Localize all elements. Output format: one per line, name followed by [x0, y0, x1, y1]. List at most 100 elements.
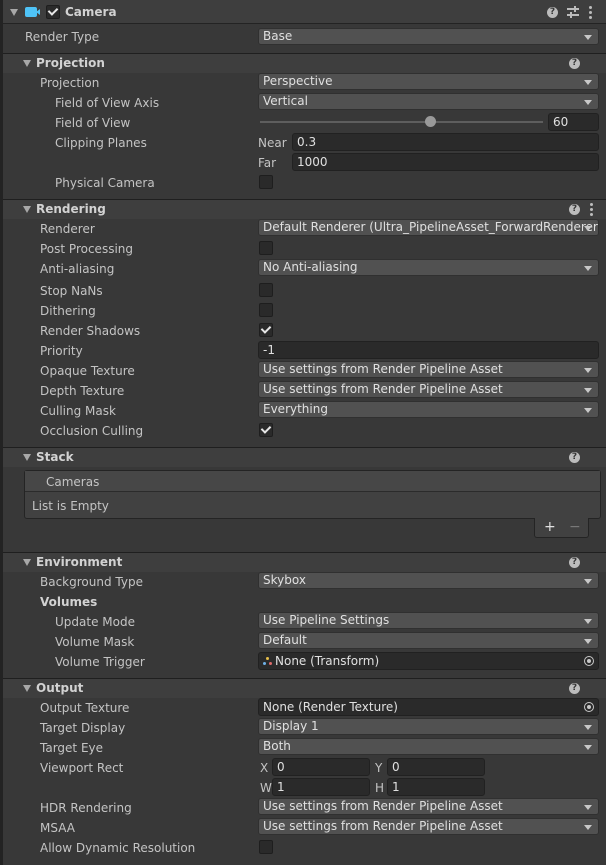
occlusion-culling-label: Occlusion Culling — [40, 424, 144, 438]
msaa-label: MSAA — [40, 821, 75, 835]
help-icon[interactable]: ? — [547, 7, 558, 18]
volume-trigger-value: None (Transform) — [275, 654, 380, 668]
far-field[interactable]: 1000 — [292, 153, 599, 171]
dynamic-resolution-checkbox[interactable] — [259, 840, 273, 854]
environment-header-title: Environment — [36, 555, 123, 569]
viewport-x-field[interactable]: 0 — [272, 758, 370, 776]
projection-header-title: Projection — [36, 56, 105, 70]
check-icon — [47, 5, 59, 16]
output-texture-label: Output Texture — [40, 701, 130, 715]
volume-trigger-field[interactable]: None (Transform) — [258, 652, 599, 670]
priority-value: -1 — [263, 343, 275, 357]
occlusion-culling-checkbox[interactable] — [259, 423, 273, 437]
render-type-dropdown[interactable]: Base — [258, 28, 599, 45]
viewport-w-field[interactable]: 1 — [272, 778, 370, 796]
environment-section-header[interactable]: Environment ? — [3, 552, 606, 572]
object-picker-icon[interactable] — [584, 656, 594, 666]
fov-slider-track[interactable] — [260, 121, 543, 123]
chevron-down-icon — [584, 80, 592, 85]
target-display-value: Display 1 — [263, 719, 319, 733]
update-mode-label: Update Mode — [55, 615, 135, 629]
far-label: Far — [258, 156, 277, 170]
update-mode-value: Use Pipeline Settings — [263, 613, 390, 627]
hdr-rendering-dropdown[interactable]: Use settings from Render Pipeline Asset — [258, 798, 599, 815]
chevron-down-icon — [584, 579, 592, 584]
help-icon[interactable]: ? — [569, 58, 580, 69]
far-value: 1000 — [297, 155, 328, 169]
renderer-label: Renderer — [40, 222, 95, 236]
stop-nans-label: Stop NaNs — [40, 284, 103, 298]
opaque-texture-dropdown[interactable]: Use settings from Render Pipeline Asset — [258, 361, 599, 378]
volumes-label: Volumes — [40, 595, 98, 609]
help-icon[interactable]: ? — [569, 204, 580, 215]
foldout-arrow-icon — [23, 454, 31, 461]
foldout-arrow-icon — [23, 60, 31, 67]
update-mode-dropdown[interactable]: Use Pipeline Settings — [258, 612, 599, 629]
stack-section-header[interactable]: Stack ? — [3, 447, 606, 467]
fov-axis-dropdown[interactable]: Vertical — [258, 93, 599, 110]
chevron-down-icon — [584, 266, 592, 271]
target-display-dropdown[interactable]: Display 1 — [258, 718, 599, 735]
help-icon[interactable]: ? — [569, 557, 580, 568]
remove-button[interactable]: − — [569, 520, 581, 534]
component-header: Camera ? — [3, 0, 606, 24]
renderer-dropdown[interactable]: Default Renderer (Ultra_PipelineAsset_Fo… — [258, 219, 599, 236]
hdr-rendering-value: Use settings from Render Pipeline Asset — [263, 799, 503, 813]
viewport-y-value: 0 — [392, 760, 400, 774]
viewport-y-field[interactable]: 0 — [387, 758, 485, 776]
priority-field[interactable]: -1 — [258, 341, 599, 359]
opaque-texture-value: Use settings from Render Pipeline Asset — [263, 362, 503, 376]
projection-section-header[interactable]: Projection ? — [3, 53, 606, 73]
depth-texture-dropdown[interactable]: Use settings from Render Pipeline Asset — [258, 381, 599, 398]
dithering-checkbox[interactable] — [259, 303, 273, 317]
viewport-w-label: W — [260, 781, 272, 795]
culling-mask-dropdown[interactable]: Everything — [258, 401, 599, 418]
near-value: 0.3 — [297, 135, 317, 149]
output-texture-field[interactable]: None (Render Texture) — [258, 698, 599, 716]
physical-camera-checkbox[interactable] — [259, 175, 273, 189]
transform-icon — [263, 657, 272, 666]
chevron-down-icon — [584, 745, 592, 750]
render-type-value: Base — [263, 29, 293, 43]
msaa-dropdown[interactable]: Use settings from Render Pipeline Asset — [258, 818, 599, 835]
foldout-arrow-icon[interactable] — [10, 9, 18, 16]
help-icon[interactable]: ? — [569, 452, 580, 463]
check-icon — [260, 423, 272, 434]
object-picker-icon[interactable] — [584, 702, 594, 712]
chevron-down-icon — [584, 100, 592, 105]
rendering-section-header[interactable]: Rendering ? — [3, 199, 606, 219]
fov-slider-thumb[interactable] — [424, 116, 436, 127]
target-eye-dropdown[interactable]: Both — [258, 738, 599, 755]
add-button[interactable]: + — [544, 520, 556, 534]
priority-label: Priority — [40, 344, 83, 358]
output-header-title: Output — [36, 681, 84, 695]
check-icon — [260, 323, 272, 334]
volume-mask-dropdown[interactable]: Default — [258, 632, 599, 649]
list-footer: + − — [534, 518, 589, 538]
output-section-header[interactable]: Output ? — [3, 678, 606, 698]
anti-aliasing-dropdown[interactable]: No Anti-aliasing — [258, 259, 599, 276]
fov-label: Field of View — [55, 116, 131, 130]
culling-mask-value: Everything — [263, 402, 328, 416]
chevron-down-icon — [584, 35, 592, 40]
fov-value-field[interactable]: 60 — [548, 113, 599, 131]
more-options-icon[interactable] — [590, 203, 594, 218]
more-options-icon[interactable] — [589, 6, 593, 21]
viewport-h-label: H — [375, 781, 385, 795]
help-icon[interactable]: ? — [569, 683, 580, 694]
viewport-h-field[interactable]: 1 — [387, 778, 485, 796]
volume-mask-value: Default — [263, 633, 307, 647]
anti-aliasing-label: Anti-aliasing — [40, 262, 115, 276]
near-field[interactable]: 0.3 — [292, 133, 599, 151]
component-title: Camera — [65, 5, 117, 19]
background-type-dropdown[interactable]: Skybox — [258, 572, 599, 589]
depth-texture-value: Use settings from Render Pipeline Asset — [263, 382, 503, 396]
stop-nans-checkbox[interactable] — [259, 283, 273, 297]
post-processing-checkbox[interactable] — [259, 241, 273, 255]
render-shadows-checkbox[interactable] — [259, 323, 273, 337]
presets-icon[interactable] — [567, 6, 579, 18]
target-display-label: Target Display — [40, 721, 126, 735]
stack-header-title: Stack — [36, 450, 74, 464]
projection-dropdown[interactable]: Perspective — [258, 73, 599, 90]
component-enabled-checkbox[interactable] — [46, 5, 60, 19]
